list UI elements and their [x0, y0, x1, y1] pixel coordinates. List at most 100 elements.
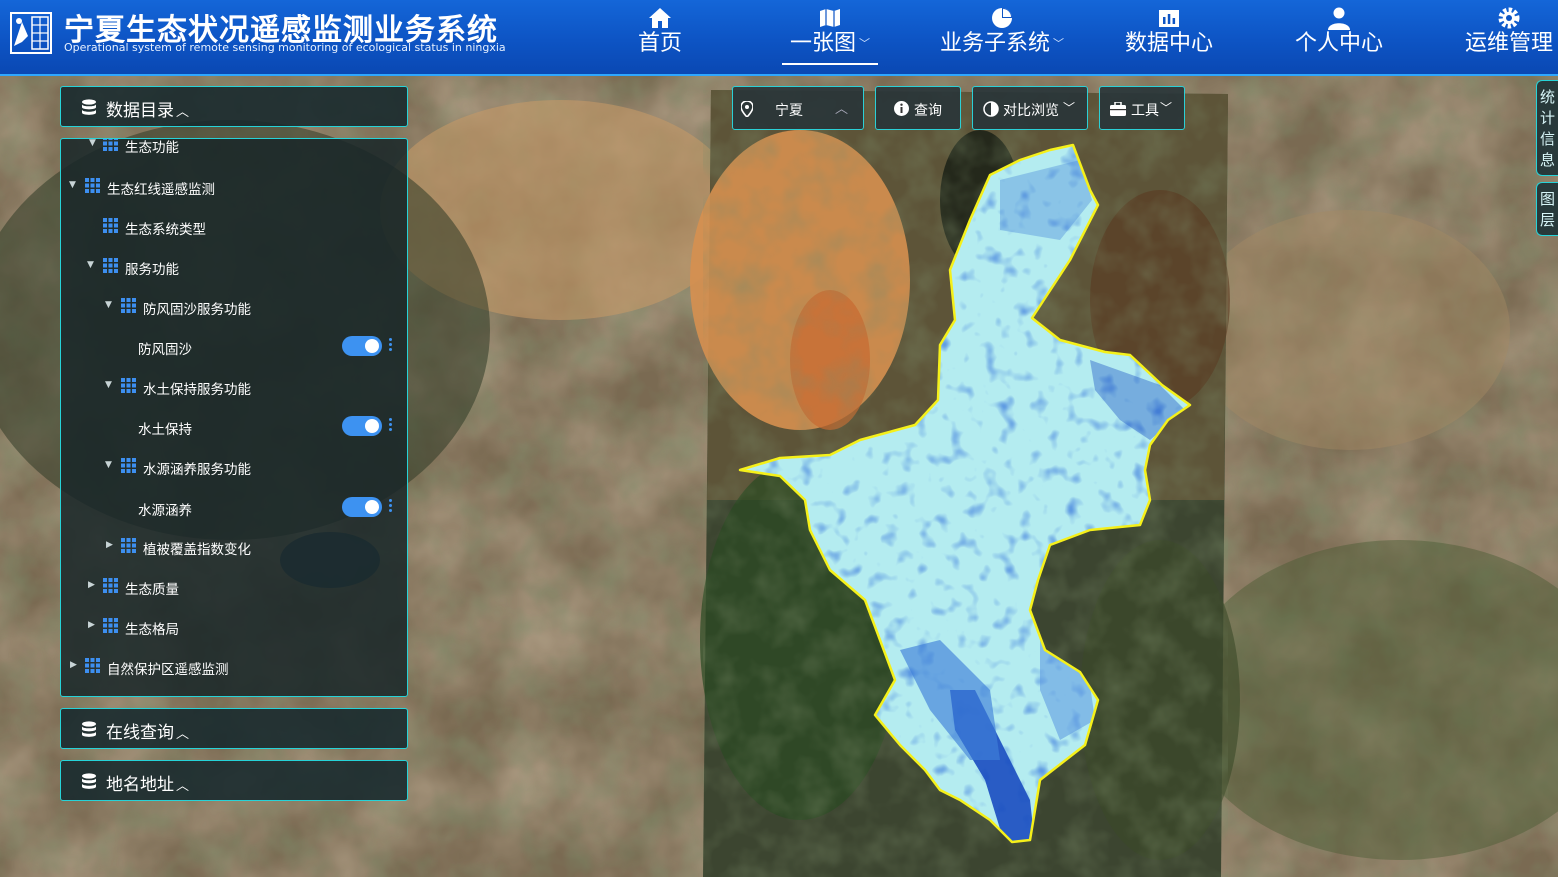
tab-layers[interactable]: 图层: [1536, 182, 1558, 236]
tree-item-label: 生态红线遥感监测: [107, 182, 215, 198]
tree-item-ecological-redline[interactable]: ▼ 生态红线遥感监测: [61, 175, 407, 199]
nav-personal-center[interactable]: 个人中心: [1292, 4, 1386, 66]
tree-item-service-function[interactable]: ▼ 服务功能: [61, 255, 407, 279]
grid-icon: [121, 458, 136, 473]
query-button[interactable]: 查询: [875, 86, 961, 130]
tab-statistics[interactable]: 统计信息: [1536, 80, 1558, 176]
compare-browse-button[interactable]: 对比浏览 ﹀: [972, 86, 1088, 130]
data-catalog-header[interactable]: 数据目录 ︿: [60, 86, 408, 127]
nav-one-map[interactable]: 一张图 ﹀: [782, 4, 878, 65]
grid-icon: [103, 258, 118, 273]
tools-label: 工具: [1131, 103, 1159, 119]
tree-item-label: 服务功能: [125, 262, 179, 278]
caret-right-icon: ▶: [70, 660, 77, 670]
map-icon: [820, 9, 840, 27]
region-selector[interactable]: 宁夏 ︿: [732, 86, 864, 130]
caret-down-icon: ▼: [69, 180, 76, 190]
tree-item-label: 生态质量: [125, 582, 179, 598]
grid-icon: [85, 178, 100, 193]
online-query-header[interactable]: 在线查询 ︿: [60, 708, 408, 749]
caret-right-icon: ▶: [106, 540, 113, 550]
home-icon: [649, 8, 671, 28]
layer-label: 水源涵养: [138, 503, 192, 519]
tree-item-soil-conservation-service[interactable]: ▼ 水土保持服务功能: [61, 375, 407, 399]
layer-windbreak[interactable]: 防风固沙: [61, 335, 407, 359]
grid-icon: [121, 298, 136, 313]
chevron-up-icon: ︿: [176, 727, 190, 742]
tree-item-label: 水土保持服务功能: [143, 382, 251, 398]
layer-label: 水土保持: [138, 422, 192, 438]
user-icon: [1328, 7, 1350, 30]
layer-water-conservation[interactable]: 水源涵养: [61, 496, 407, 520]
app-header: 宁夏生态状况遥感监测业务系统 Operational system of rem…: [0, 0, 1558, 76]
chevron-up-icon: ︿: [835, 102, 849, 117]
data-catalog-tree[interactable]: ▼ 生态功能 ▼ 生态红线遥感监测 生态系统类型 ▼ 服务功能 ▼ 防风固沙服务…: [60, 138, 408, 697]
tools-button[interactable]: 工具 ﹀: [1099, 86, 1185, 130]
bar-chart-icon: [1159, 10, 1179, 27]
more-options-icon[interactable]: [387, 336, 393, 356]
tree-item-label: 植被覆盖指数变化: [143, 542, 251, 558]
caret-right-icon: ▶: [88, 580, 95, 590]
tree-item-label: 防风固沙服务功能: [143, 302, 251, 318]
layer-toggle-water-conservation[interactable]: [342, 497, 382, 517]
tab-layers-label: 图层: [1539, 190, 1555, 229]
query-label: 查询: [914, 103, 942, 119]
nav-home[interactable]: 首页: [630, 4, 690, 66]
caret-down-icon: ▼: [105, 380, 112, 390]
compare-label: 对比浏览: [1003, 103, 1059, 119]
location-pin-icon: [741, 101, 753, 117]
tree-item-ecological-quality[interactable]: ▶ 生态质量: [61, 575, 407, 599]
tree-item-ecosystem-type[interactable]: 生态系统类型: [61, 215, 407, 239]
tree-item-label: 生态格局: [125, 622, 179, 638]
database-icon: [82, 721, 96, 737]
region-value: 宁夏: [775, 103, 803, 119]
tab-statistics-label: 统计信息: [1539, 88, 1555, 169]
compare-icon: [983, 101, 999, 117]
layer-soil-conservation[interactable]: 水土保持: [61, 415, 407, 439]
tree-item-ecological-pattern[interactable]: ▶ 生态格局: [61, 615, 407, 639]
chevron-down-icon: ﹀: [1160, 101, 1173, 115]
more-options-icon[interactable]: [387, 497, 393, 517]
tree-item-label: 生态功能: [125, 140, 179, 156]
grid-icon: [121, 538, 136, 553]
tree-item-vegetation-index-change[interactable]: ▶ 植被覆盖指数变化: [61, 535, 407, 559]
nav-ops-management[interactable]: 运维管理: [1462, 4, 1556, 66]
nav-data-center-label: 数据中心: [1124, 31, 1213, 56]
tree-item-nature-reserve[interactable]: ▶ 自然保护区遥感监测: [61, 655, 407, 679]
place-name-title: 地名地址: [106, 775, 174, 795]
chevron-up-icon: ︿: [176, 105, 190, 120]
data-catalog-title: 数据目录: [106, 101, 174, 121]
caret-down-icon: ▼: [105, 300, 112, 310]
grid-icon: [103, 618, 118, 633]
chevron-down-icon: ﹀: [1053, 37, 1064, 50]
layer-toggle-soil-conservation[interactable]: [342, 416, 382, 436]
layer-label: 防风固沙: [138, 342, 192, 358]
grid-icon: [103, 139, 118, 151]
layer-toggle-windbreak[interactable]: [342, 336, 382, 356]
tree-item-water-conservation-service[interactable]: ▼ 水源涵养服务功能: [61, 455, 407, 479]
caret-down-icon: ▼: [87, 260, 94, 270]
database-icon: [82, 773, 96, 789]
nav-personal-center-label: 个人中心: [1294, 31, 1383, 56]
grid-icon: [85, 658, 100, 673]
caret-down-icon: ▼: [89, 138, 96, 148]
tree-item-label: 水源涵养服务功能: [143, 462, 251, 478]
nav-business-subsystem[interactable]: 业务子系统 ﹀: [936, 4, 1068, 66]
nav-business-subsystem-label: 业务子系统: [939, 31, 1050, 56]
logo-icon: [10, 12, 52, 54]
toggle-knob: [365, 500, 379, 514]
chevron-down-icon: ﹀: [859, 37, 870, 50]
chevron-up-icon: ︿: [176, 779, 190, 794]
nav-data-center[interactable]: 数据中心: [1122, 4, 1216, 66]
tree-item-windbreak-service[interactable]: ▼ 防风固沙服务功能: [61, 295, 407, 319]
grid-icon: [103, 578, 118, 593]
nav-one-map-label: 一张图: [789, 31, 856, 56]
toolbox-icon: [1110, 102, 1126, 116]
caret-right-icon: ▶: [88, 620, 95, 630]
more-options-icon[interactable]: [387, 416, 393, 436]
app-subtitle: Operational system of remote sensing mon…: [64, 41, 506, 54]
tree-item-label: 生态系统类型: [125, 222, 206, 238]
tree-item-partial[interactable]: ▼ 生态功能: [61, 138, 407, 157]
gear-icon: [1498, 7, 1520, 29]
place-name-header[interactable]: 地名地址 ︿: [60, 760, 408, 801]
